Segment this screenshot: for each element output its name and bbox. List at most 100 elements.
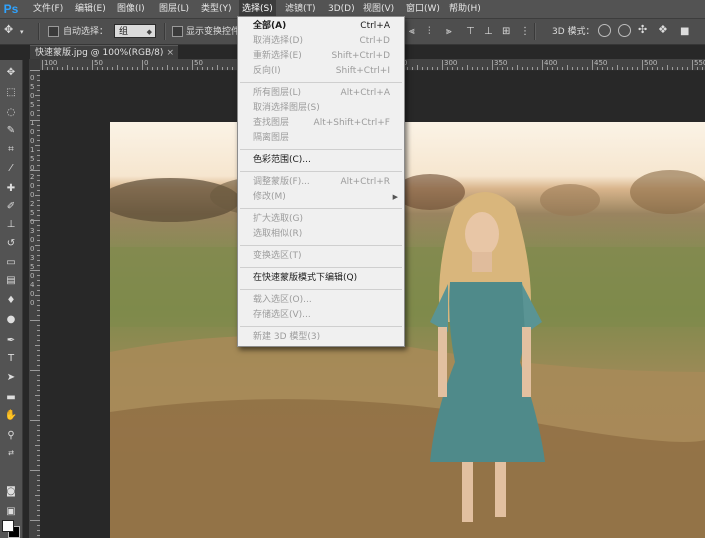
marquee-tool-icon[interactable]: ⬚ [3,86,19,100]
select-menu-item[interactable]: 全部(A) Ctrl+A [238,19,404,34]
menu-type[interactable]: 类型(Y) [198,0,235,18]
auto-align-icon[interactable]: ⊞ [502,26,510,38]
ruler-label: 3 [30,254,35,262]
move-tool-icon[interactable]: ✥ [3,66,19,80]
dropdown-arrow-icon: ◆ [146,28,152,36]
ruler-label: 5 [30,101,35,109]
ruler-tick [612,67,613,70]
eraser-tool-icon[interactable]: ▭ [3,256,19,270]
align-center-icon[interactable]: ⫶ [428,26,431,38]
3d-roll-icon[interactable] [618,24,631,37]
ruler-tick [442,60,443,70]
crop-tool-icon[interactable]: ⌗ [3,143,19,157]
clone-stamp-tool-icon[interactable]: ⊥ [3,218,19,232]
auto-select-dropdown[interactable]: 组 ◆ [114,24,156,38]
quick-select-tool-icon[interactable]: ✎ [3,124,19,138]
screen-mode-icon[interactable]: ▣ [3,505,19,519]
menu-file[interactable]: 文件(F) [30,0,66,18]
3d-drag-icon[interactable]: ✣ [638,24,647,36]
zoom-tool-icon[interactable]: ⚲ [3,429,19,443]
move-tool-icon[interactable]: ✥ [4,24,13,36]
pen-tool-icon[interactable]: ✒ [3,334,19,348]
ruler-tick [512,67,513,70]
ruler-tick [477,67,478,70]
submenu-arrow-icon: ▶ [392,193,398,201]
select-menu-item-label: 全部(A) [253,21,287,31]
type-tool-icon[interactable]: T [3,352,19,366]
select-menu-item: 所有图层(L) Alt+Ctrl+A [238,86,404,101]
blur-tool-icon[interactable]: ♦ [3,294,19,308]
show-transform-checkbox[interactable] [172,26,183,37]
ruler-tick [117,65,118,70]
auto-select-value: 组 [119,27,129,37]
align-bottom-icon[interactable]: ⊥ [484,26,493,38]
menu-window[interactable]: 窗口(W) [403,0,443,18]
menu-image[interactable]: 图像(I) [114,0,148,18]
chevron-down-icon[interactable]: ▾ [20,26,24,38]
document-image[interactable] [110,122,705,538]
ruler-origin[interactable] [29,59,40,70]
select-menu-item-label: 在快速蒙版模式下编辑(Q) [253,273,358,283]
3d-scale-icon[interactable]: ■ [680,26,689,38]
brush-tool-icon[interactable]: ✐ [3,200,19,214]
distribute-h-icon[interactable]: ⋮ [520,26,530,38]
select-menu-item: 新建 3D 模型(3) [238,330,404,345]
menu-separator [240,267,402,268]
ruler-label: 0 [30,92,35,100]
ruler-tick [462,67,463,70]
quick-mask-icon[interactable]: ◙ [3,485,19,499]
ruler-tick [497,67,498,70]
ruler-label: 500 [644,59,658,67]
align-left-icon[interactable]: ⫷ [409,26,415,38]
ruler-label: 50 [94,59,103,67]
ruler-label: 350 [494,59,508,67]
ruler-label: 0 [30,245,35,253]
ruler-label: 0 [30,182,35,190]
history-brush-tool-icon[interactable]: ↺ [3,237,19,251]
dodge-tool-icon[interactable]: ● [3,313,19,327]
select-menu-item: 扩大选取(G) [238,212,404,227]
hand-tool-icon[interactable]: ✋ [3,409,19,423]
3d-slide-icon[interactable]: ❖ [658,24,668,36]
ruler-tick [182,67,183,70]
close-icon[interactable]: × [166,46,174,60]
eyedropper-tool-icon[interactable]: ⁄ [3,162,19,176]
menu-edit[interactable]: 编辑(E) [72,0,109,18]
shape-tool-icon[interactable]: ▬ [3,391,19,405]
ruler-tick [232,67,233,70]
show-transform-label: 显示变换控件 [186,27,241,37]
ruler-tick [432,67,433,70]
ruler-tick [222,67,223,70]
gradient-tool-icon[interactable]: ▤ [3,274,19,288]
swap-colors-icon[interactable]: ⇄ [3,446,19,460]
select-menu-item[interactable]: 在快速蒙版模式下编辑(Q) [238,271,404,286]
foreground-color-swatch[interactable] [2,520,14,532]
ruler-tick [572,67,573,70]
divider [164,23,166,40]
ruler-tick [67,65,68,70]
ruler-tick [217,65,218,70]
ruler-tick [30,420,40,421]
lasso-tool-icon[interactable]: ◌ [3,106,19,120]
menu-layer[interactable]: 图层(L) [156,0,192,18]
select-menu-item: 取消选择(D) Ctrl+D [238,34,404,49]
ruler-tick [102,67,103,70]
ruler-tick [517,65,518,70]
distribute-icon[interactable]: ⫸ [446,26,452,38]
toolbox: ✥ ⬚ ◌ ✎ ⌗ ⁄ ✚ ✐ ⊥ ↺ ▭ ▤ ♦ ● ✒ T ➤ ▬ ✋ ⚲ … [0,60,23,538]
3d-rotate-icon[interactable] [598,24,611,37]
healing-brush-tool-icon[interactable]: ✚ [3,182,19,196]
select-menu-item-shortcut: Alt+Ctrl+R [340,177,390,187]
ruler-label: 0 [30,74,35,82]
ruler-tick [192,60,193,70]
path-select-tool-icon[interactable]: ➤ [3,371,19,385]
menu-separator [240,82,402,83]
document-tab[interactable]: 快速蒙版.jpg @ 100%(RGB/8) × [30,45,178,59]
ruler-tick [92,60,93,70]
ruler-tick [30,520,40,521]
menu-help[interactable]: 帮助(H) [446,0,484,18]
select-menu-item[interactable]: 色彩范围(C)... [238,153,404,168]
align-top-icon[interactable]: ⊤ [466,26,475,38]
auto-select-checkbox[interactable] [48,26,59,37]
select-menu-item-label: 反向(I) [253,66,281,76]
